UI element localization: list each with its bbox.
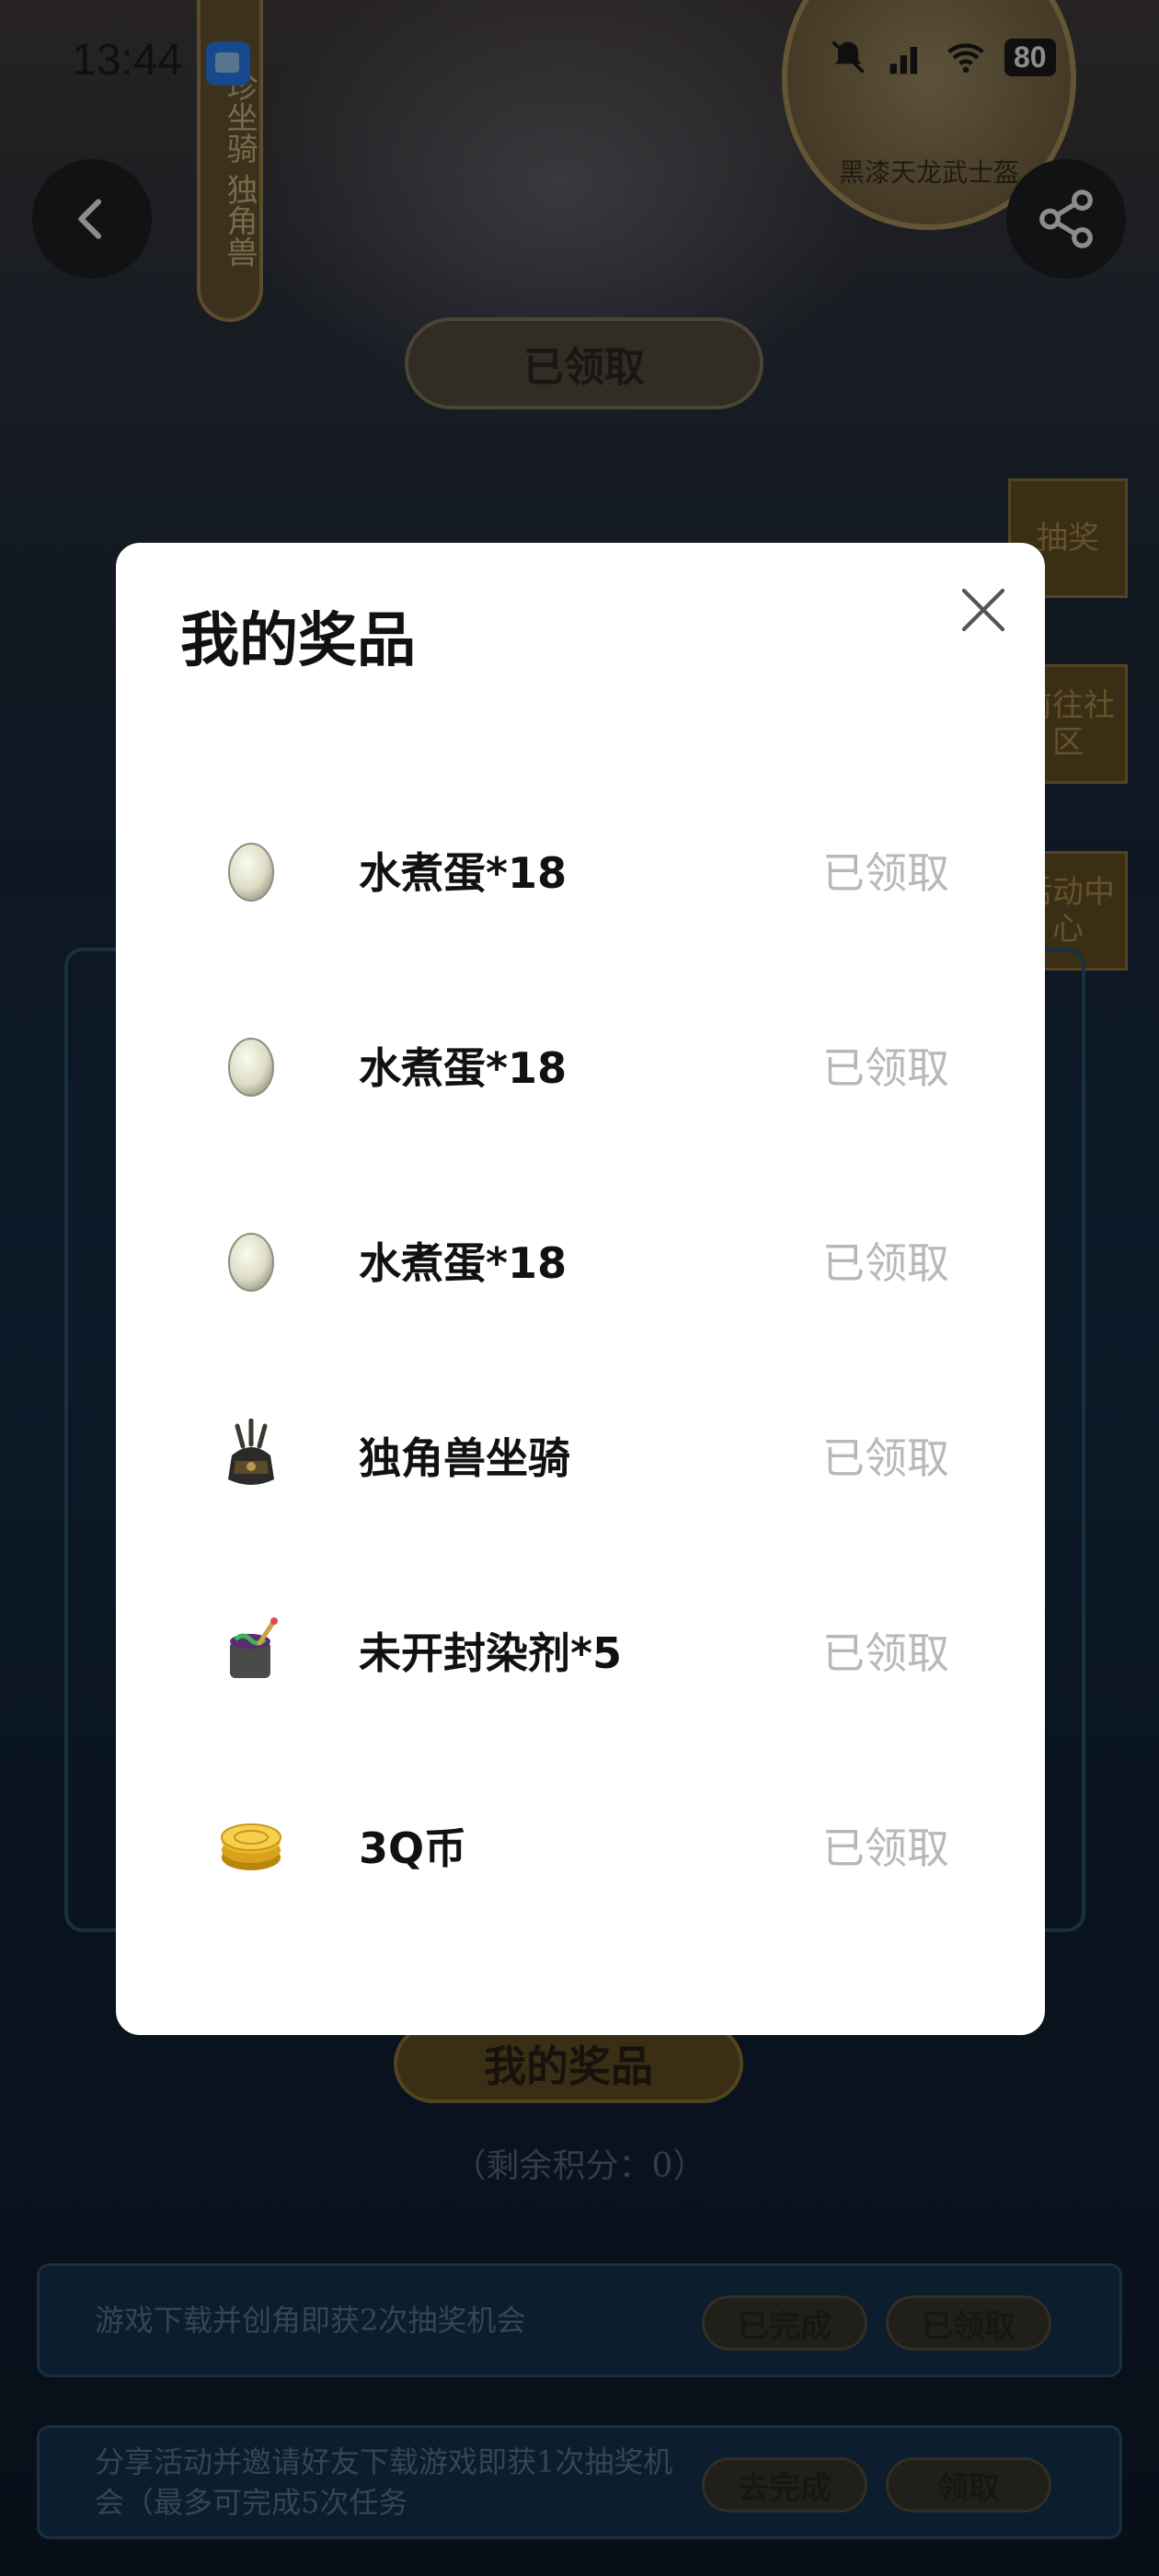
list-item: 水煮蛋*18 已领取 [116,1163,1045,1358]
list-item: 水煮蛋*18 已领取 [116,773,1045,968]
prize-name: 独角兽坐骑 [359,1433,570,1483]
prize-status: 已领取 [822,1628,949,1678]
prize-name: 未开封染剂*5 [359,1628,623,1678]
prize-status: 已领取 [822,1238,949,1288]
unicorn-mount-icon [213,1418,289,1493]
list-item: 水煮蛋*18 已领取 [116,968,1045,1163]
egg-icon [213,1223,289,1298]
prize-status: 已领取 [822,1433,949,1483]
list-item: 3Q币 已领取 [116,1748,1045,1943]
prize-list: 水煮蛋*18 已领取 水煮蛋*18 已领取 水煮蛋*18 已领取 独角兽坐骑 已… [116,773,1045,1943]
list-item: 独角兽坐骑 已领取 [116,1358,1045,1553]
prize-name: 3Q币 [359,1823,467,1873]
prize-name: 水煮蛋*18 [359,848,568,898]
prize-status: 已领取 [822,1043,949,1093]
close-icon [961,588,1005,632]
my-prizes-modal: 我的奖品 水煮蛋*18 已领取 水煮蛋*18 已领取 水煮蛋*18 已领取 独角… [116,543,1045,2035]
egg-icon [213,833,289,908]
dye-bucket-icon [213,1613,289,1688]
modal-title: 我的奖品 [180,607,416,675]
coin-stack-icon [213,1808,289,1883]
prize-status: 已领取 [822,848,949,898]
prize-status: 已领取 [822,1823,949,1873]
egg-icon [213,1028,289,1103]
prize-name: 水煮蛋*18 [359,1238,568,1288]
close-button[interactable] [953,580,1014,640]
prize-name: 水煮蛋*18 [359,1043,568,1093]
list-item: 未开封染剂*5 已领取 [116,1553,1045,1748]
